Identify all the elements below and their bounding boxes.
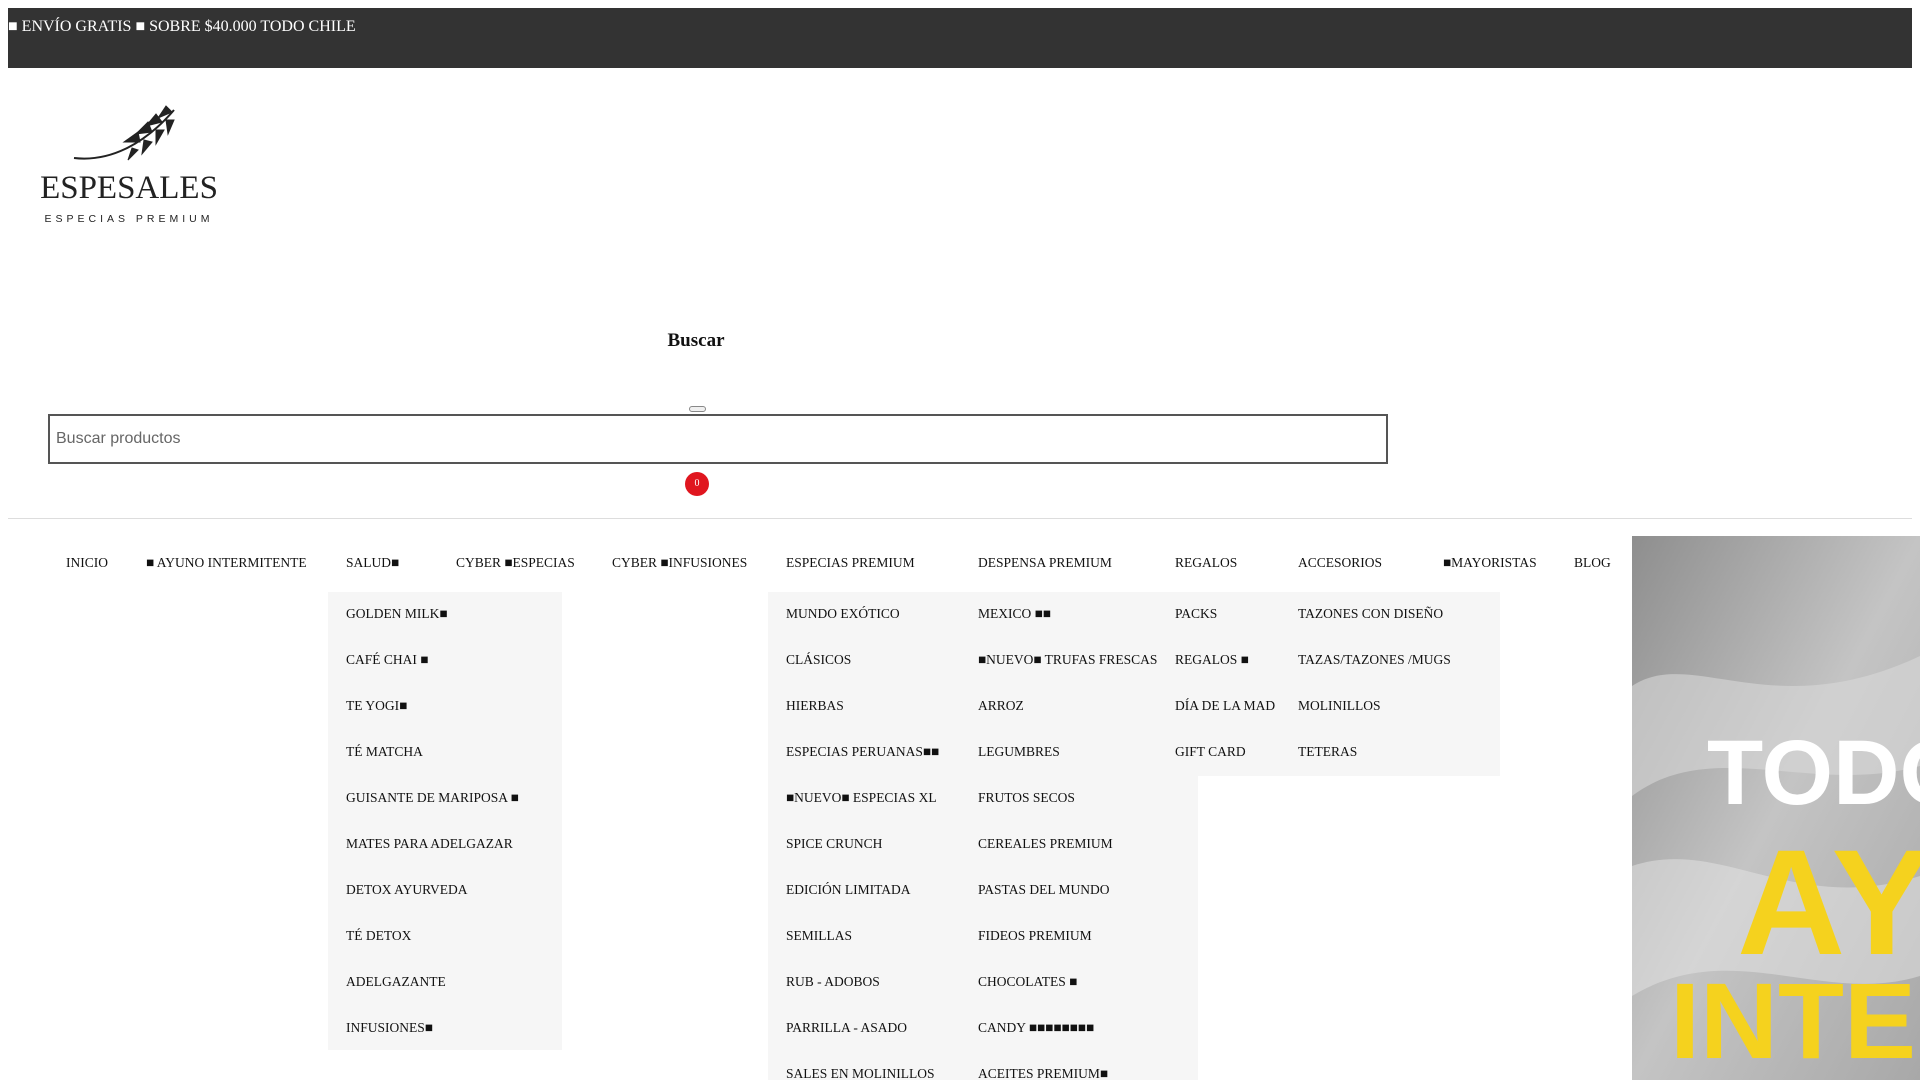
- menu-item[interactable]: ARROZ: [978, 698, 1024, 714]
- menu-item[interactable]: LEGUMBRES: [978, 744, 1060, 760]
- menu-item[interactable]: TAZONES CON DISEÑO: [1298, 606, 1443, 622]
- nav-item-inicio[interactable]: INICIO: [66, 555, 108, 571]
- menu-item[interactable]: TÉ DETOX: [346, 928, 411, 944]
- header-divider: [8, 518, 1912, 519]
- menu-item[interactable]: TE YOGI■: [346, 698, 407, 714]
- menu-item[interactable]: SEMILLAS: [786, 928, 852, 944]
- menu-item[interactable]: CEREALES PREMIUM: [978, 836, 1113, 852]
- menu-item[interactable]: MUNDO EXÓTICO: [786, 606, 900, 622]
- promo-banner[interactable]: TODO AY INTE: [1632, 536, 1920, 1080]
- menu-item[interactable]: SPICE CRUNCH: [786, 836, 882, 852]
- announcement-text: ■ ENVÍO GRATIS ■ SOBRE $40.000 TODO CHIL…: [8, 18, 356, 35]
- menu-item[interactable]: HIERBAS: [786, 698, 844, 714]
- menu-item[interactable]: TAZAS/TAZONES /MUGS: [1298, 652, 1451, 668]
- nav-item-cyber-infusiones[interactable]: CYBER ■INFUSIONES: [612, 555, 747, 571]
- menu-item[interactable]: MOLINILLOS: [1298, 698, 1381, 714]
- nav-item-cyber-especias[interactable]: CYBER ■ESPECIAS: [456, 555, 575, 571]
- menu-item[interactable]: ADELGAZANTE: [346, 974, 446, 990]
- search-title: Buscar: [667, 330, 725, 351]
- nav-item-despensa-premium[interactable]: DESPENSA PREMIUM: [978, 555, 1112, 571]
- nav-item-salud[interactable]: SALUD■: [346, 555, 399, 571]
- menu-item[interactable]: REGALOS ■: [1175, 652, 1249, 668]
- menu-item[interactable]: PASTAS DEL MUNDO: [978, 882, 1109, 898]
- menu-item[interactable]: TÉ MATCHA: [346, 744, 423, 760]
- menu-item[interactable]: DETOX AYURVEDA: [346, 882, 468, 898]
- menu-item[interactable]: TETERAS: [1298, 744, 1357, 760]
- menu-item[interactable]: CLÁSICOS: [786, 652, 851, 668]
- logo[interactable]: ESPESALES ESPECIAS PREMIUM: [34, 100, 224, 230]
- menu-item[interactable]: CANDY ■■■■■■■■: [978, 1020, 1094, 1036]
- menu-item[interactable]: ESPECIAS PERUANAS■■: [786, 744, 939, 760]
- announcement-bar: ■ ENVÍO GRATIS ■ SOBRE $40.000 TODO CHIL…: [8, 8, 1912, 68]
- menu-item[interactable]: ■NUEVO■ ESPECIAS XL: [786, 790, 937, 806]
- menu-item[interactable]: GIFT CARD: [1175, 744, 1246, 760]
- cart-count-badge[interactable]: 0: [685, 472, 709, 496]
- menu-item[interactable]: MATES PARA ADELGAZAR: [346, 836, 513, 852]
- dropdown-salud: GOLDEN MILK■ CAFÉ CHAI ■ TE YOGI■ TÉ MAT…: [328, 592, 562, 1050]
- menu-item[interactable]: GUISANTE DE MARIPOSA ■: [346, 790, 519, 806]
- dropdown-regalos-accesorios: PACKS REGALOS ■ DÍA DE LA MAD GIFT CARD …: [1175, 592, 1500, 776]
- nav-item-ayuno[interactable]: ■ AYUNO INTERMITENTE: [146, 555, 307, 571]
- menu-item[interactable]: DÍA DE LA MAD: [1175, 698, 1275, 714]
- menu-item[interactable]: INFUSIONES■: [346, 1020, 433, 1036]
- dropdown-especias-despensa: MUNDO EXÓTICO CLÁSICOS HIERBAS ESPECIAS …: [768, 592, 1198, 1081]
- nav-item-regalos[interactable]: REGALOS: [1175, 555, 1237, 571]
- menu-item[interactable]: CHOCOLATES ■: [978, 974, 1077, 990]
- menu-item[interactable]: MEXICO ■■: [978, 606, 1051, 622]
- search-toggle-button[interactable]: [689, 406, 706, 412]
- banner-text-line3: INTE: [1670, 960, 1916, 1080]
- logo-tagline-text: ESPECIAS PREMIUM: [44, 213, 213, 225]
- menu-item[interactable]: ■NUEVO■ TRUFAS FRESCAS: [978, 652, 1157, 668]
- menu-item[interactable]: CAFÉ CHAI ■: [346, 652, 428, 668]
- nav-item-accesorios[interactable]: ACCESORIOS: [1298, 555, 1382, 571]
- menu-item[interactable]: FRUTOS SECOS: [978, 790, 1075, 806]
- nav-item-mayoristas[interactable]: ■MAYORISTAS: [1443, 555, 1537, 571]
- banner-text-line1: TODO: [1707, 722, 1920, 824]
- menu-item[interactable]: EDICIÓN LIMITADA: [786, 882, 911, 898]
- menu-item[interactable]: RUB - ADOBOS: [786, 974, 880, 990]
- logo-brand-text: ESPESALES: [40, 170, 218, 206]
- nav-item-blog[interactable]: BLOG: [1574, 555, 1611, 571]
- promo-banner-image: TODO AY INTE: [1632, 536, 1920, 1080]
- menu-item[interactable]: FIDEOS PREMIUM: [978, 928, 1092, 944]
- menu-item[interactable]: PARRILLA - ASADO: [786, 1020, 907, 1036]
- nav-item-especias-premium[interactable]: ESPECIAS PREMIUM: [786, 555, 915, 571]
- logo-leaf-icon: ESPESALES ESPECIAS PREMIUM: [40, 105, 218, 225]
- menu-item[interactable]: PACKS: [1175, 606, 1217, 622]
- menu-item[interactable]: GOLDEN MILK■: [346, 606, 448, 622]
- search-input[interactable]: [48, 414, 1388, 464]
